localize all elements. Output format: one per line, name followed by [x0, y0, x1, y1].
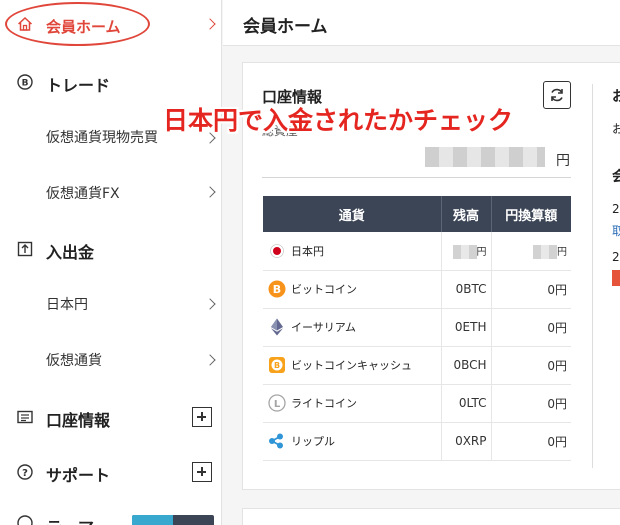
theme-toggle[interactable] — [132, 515, 214, 525]
column-header-currency: 通貨 — [263, 196, 442, 232]
balance-cell: 0XRP — [441, 422, 492, 461]
expand-icon[interactable] — [192, 407, 212, 427]
sidebar-item-label: トレード — [46, 76, 111, 95]
sidebar-item-jpy[interactable]: 日本円 — [0, 284, 222, 324]
balance-cell: 0BCH — [441, 346, 492, 385]
yen-value-blurred — [533, 244, 557, 259]
balance-cell: 円 — [441, 232, 492, 271]
theme-icon — [16, 514, 34, 525]
sidebar-item-label: 仮想通貨FX — [46, 186, 120, 202]
sidebar-item-crypto[interactable]: 仮想通貨 — [0, 340, 222, 380]
balance-blurred — [452, 244, 477, 259]
sidebar-item-label: サポート — [46, 466, 111, 485]
yen-unit: 円 — [557, 247, 567, 258]
chevron-right-icon — [204, 186, 216, 198]
status-badge — [612, 270, 620, 286]
svg-text:B: B — [273, 283, 281, 296]
balance-cell: 0ETH — [441, 308, 492, 347]
currency-cell: イーサリアム — [263, 308, 442, 347]
yen-value-cell: 円 — [491, 232, 571, 271]
support-icon: ? — [16, 463, 34, 481]
chevron-right-icon — [204, 354, 216, 366]
annotation-text: 日本円で入金されたかチェック — [163, 106, 514, 135]
sidebar-item-support[interactable]: ? サポート — [0, 452, 222, 492]
page-title: 会員ホーム — [243, 17, 328, 37]
yen-value-cell: 0円 — [491, 270, 571, 309]
sidebar-item-label: 日本円 — [46, 297, 88, 313]
chevron-right-icon — [204, 18, 216, 30]
svg-text:B: B — [22, 79, 29, 89]
table-header-row: 通貨 残高 円換算額 — [263, 196, 571, 232]
currency-cell: 日本円 — [263, 232, 442, 271]
sidebar-item-label: 仮想通貨現物売買 — [46, 130, 158, 146]
svg-text:?: ? — [22, 468, 28, 479]
table-row: 日本円 円 円 — [263, 232, 571, 271]
sun-icon — [132, 515, 173, 525]
account-icon — [16, 408, 34, 426]
sidebar-item-trade[interactable]: B トレード — [0, 62, 222, 102]
balance-unit: 円 — [476, 247, 487, 258]
table-row: B ビットコイン 0BTC 0円 — [263, 270, 571, 309]
currency-name: ビットコインキャッシュ — [291, 359, 412, 372]
asset-table: 通貨 残高 円換算額 日本円 円 円 B ビットコイン 0BTC 0円 イーサリ… — [263, 196, 571, 461]
sidebar-item-label: 口座情報 — [46, 411, 111, 430]
currency-name: リップル — [291, 435, 335, 448]
deposit-icon — [16, 240, 34, 258]
sidebar-item-label: テーマ — [46, 514, 94, 525]
svg-text:B: B — [274, 361, 280, 370]
table-row: リップル 0XRP 0円 — [263, 422, 571, 461]
divider — [262, 177, 571, 178]
yen-value-cell: 0円 — [491, 422, 571, 461]
ethereum-icon — [268, 318, 286, 336]
clipped-text: お — [612, 122, 620, 136]
table-row: L ライトコイン 0LTC 0円 — [263, 384, 571, 423]
column-header-yen-value: 円換算額 — [491, 196, 571, 232]
column-header-balance: 残高 — [441, 196, 492, 232]
highlight-ellipse — [5, 2, 150, 46]
sidebar-item-label: 仮想通貨 — [46, 353, 102, 369]
currency-cell: B ビットコインキャッシュ — [263, 346, 442, 385]
svg-text:L: L — [274, 399, 281, 410]
secondary-card — [242, 508, 620, 525]
bitcoin-icon: B — [268, 280, 286, 298]
yen-value-cell: 0円 — [491, 346, 571, 385]
main-header: 会員ホーム — [223, 0, 620, 46]
clipped-heading: 会 — [612, 169, 620, 185]
currency-name: 日本円 — [291, 244, 324, 258]
sidebar-item-crypto-fx[interactable]: 仮想通貨FX — [0, 172, 222, 212]
sidebar-item-label: 入出金 — [46, 243, 95, 262]
total-assets-unit: 円 — [556, 153, 570, 169]
balance-cell: 0LTC — [441, 384, 492, 423]
japan-flag-icon — [268, 242, 286, 260]
currency-name: ビットコイン — [291, 283, 357, 296]
clipped-text: 2 — [612, 202, 620, 216]
currency-name: ライトコイン — [291, 397, 357, 410]
refresh-button[interactable] — [543, 81, 571, 109]
ripple-icon — [268, 432, 286, 450]
table-row: B ビットコインキャッシュ 0BCH 0円 — [263, 346, 571, 385]
sidebar-item-account-info[interactable]: 口座情報 — [0, 397, 222, 437]
sidebar-item-deposit-withdraw[interactable]: 入出金 — [0, 229, 222, 269]
clipped-heading: お — [612, 89, 620, 105]
bitcoin-icon: B — [16, 73, 34, 91]
litecoin-icon: L — [268, 394, 286, 412]
refresh-icon — [551, 88, 563, 102]
clipped-link[interactable]: 取 — [612, 222, 620, 239]
column-divider — [592, 84, 593, 468]
balance-cell: 0BTC — [441, 270, 492, 309]
currency-cell: リップル — [263, 422, 442, 461]
yen-value-cell: 0円 — [491, 308, 571, 347]
currency-cell: B ビットコイン — [263, 270, 442, 309]
table-row: イーサリアム 0ETH 0円 — [263, 308, 571, 347]
yen-value-cell: 0円 — [491, 384, 571, 423]
sidebar: 会員ホーム B トレード 仮想通貨現物売買 仮想通貨FX 入出金 日本円 仮想通… — [0, 0, 222, 525]
chevron-right-icon — [204, 298, 216, 310]
expand-icon[interactable] — [192, 462, 212, 482]
currency-cell: L ライトコイン — [263, 384, 442, 423]
total-assets-value-blurred — [425, 147, 545, 167]
clipped-text: 2 — [612, 250, 620, 264]
currency-name: イーサリアム — [291, 321, 357, 334]
bitcoin-cash-icon: B — [268, 356, 286, 374]
